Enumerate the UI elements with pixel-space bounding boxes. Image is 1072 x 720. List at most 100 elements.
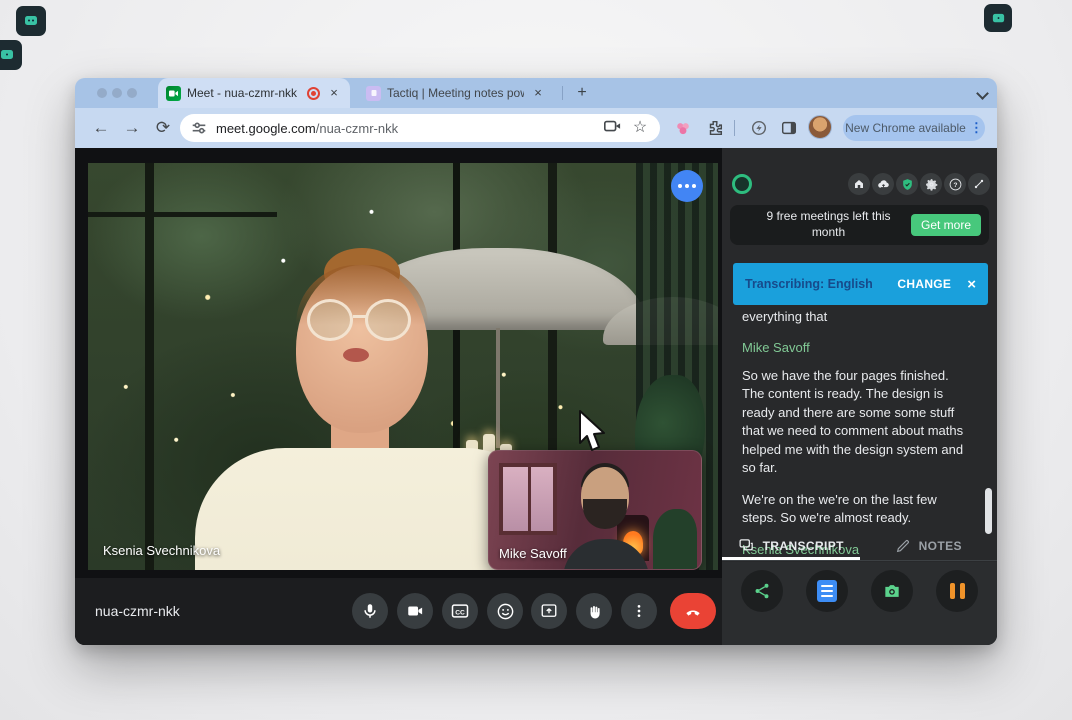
glasses-lens (307, 299, 353, 341)
glasses-bridge (353, 315, 367, 318)
meeting-code: nua-czmr-nkk (95, 578, 180, 645)
meet-control-bar: nua-czmr-nkk CC (75, 578, 722, 645)
recording-indicator-icon (307, 87, 320, 100)
site-settings-tune-icon[interactable] (190, 119, 208, 137)
svg-text:?: ? (953, 181, 957, 188)
window-zoom-button[interactable] (127, 88, 137, 98)
sidebar-actions (722, 562, 997, 645)
more-options-button[interactable] (621, 593, 657, 629)
present-screen-button[interactable] (531, 593, 567, 629)
background-chat-app-icon (984, 4, 1012, 32)
meet-favicon-icon (166, 86, 181, 101)
window-minimize-button[interactable] (112, 88, 122, 98)
address-bar[interactable]: meet.google.com/nua-czmr-nkk ☆ (180, 114, 660, 142)
reload-button[interactable]: ⟳ (151, 116, 175, 140)
reactions-button[interactable] (487, 593, 523, 629)
pink-extension-icon[interactable] (671, 116, 695, 140)
profile-avatar[interactable] (808, 115, 832, 139)
svg-text:CC: CC (455, 609, 465, 616)
main-video-tile: Ksenia Svechnikova Mike Savoff (88, 163, 718, 570)
close-icon[interactable]: × (967, 276, 976, 293)
forward-button[interactable]: → (120, 116, 144, 140)
page-content: Ksenia Svechnikova Mike Savoff (75, 148, 997, 645)
transcribing-banner: Transcribing: English CHANGE × (733, 263, 988, 305)
pause-icon (950, 583, 965, 599)
background-chat-app-icon (0, 40, 22, 70)
tab-notes[interactable]: NOTES (860, 531, 998, 560)
plant (653, 509, 697, 569)
google-docs-button[interactable] (806, 570, 848, 612)
tactiq-logo-icon (732, 174, 752, 194)
chrome-update-button[interactable]: New Chrome available ⋮ (843, 115, 985, 141)
participant-name-label: Ksenia Svechnikova (103, 543, 220, 558)
pin-diagonal-button[interactable] (968, 173, 990, 195)
url-host: meet.google.com (216, 121, 316, 136)
desktop-background: Meet - nua-czmr-nkk × Tactiq | Meeting n… (0, 0, 1072, 720)
pause-recording-button[interactable] (936, 570, 978, 612)
free-meetings-banner: 9 free meetings left this month Get more (730, 205, 989, 245)
tab-label: NOTES (919, 539, 962, 553)
scrollbar-thumb[interactable] (985, 488, 992, 534)
speaker-name: Mike Savoff (742, 339, 970, 357)
url-path: /nua-czmr-nkk (316, 121, 398, 136)
settings-gear-button[interactable] (920, 173, 942, 195)
participant-name-label: Mike Savoff (499, 546, 567, 561)
video-pip-icon[interactable] (602, 118, 622, 138)
chat-bubble-icon (0, 47, 15, 63)
chat-dots-badge-icon[interactable] (671, 170, 703, 202)
new-tab-button[interactable]: + (571, 82, 593, 104)
cloud-upload-button[interactable] (872, 173, 894, 195)
google-docs-icon (817, 580, 837, 602)
side-panel-icon[interactable] (777, 116, 801, 140)
power-circle-icon[interactable] (747, 116, 771, 140)
screenshot-button[interactable] (871, 570, 913, 612)
bookmark-star-icon[interactable]: ☆ (630, 118, 650, 138)
meet-call-area: Ksenia Svechnikova Mike Savoff (75, 148, 722, 645)
home-button[interactable] (848, 173, 870, 195)
url-text[interactable]: meet.google.com/nua-czmr-nkk (216, 121, 594, 136)
tactiq-sidebar: ? 9 free meetings left this month Get mo… (722, 148, 997, 645)
captions-button[interactable]: CC (442, 593, 478, 629)
help-button[interactable]: ? (944, 173, 966, 195)
change-language-button[interactable]: CHANGE (897, 277, 951, 291)
tab-divider (562, 86, 563, 100)
back-button[interactable]: ← (89, 116, 113, 140)
shield-check-button[interactable] (896, 173, 918, 195)
overflow-menu-icon[interactable]: ⋮ (970, 120, 983, 136)
camera-button[interactable] (397, 593, 433, 629)
tab-tactiq[interactable]: Tactiq | Meeting notes powe × (358, 78, 554, 108)
tab-transcript[interactable]: TRANSCRIPT (722, 531, 860, 560)
transcript-paragraph: We're on the we're on the last few steps… (742, 491, 970, 528)
get-more-button[interactable]: Get more (911, 214, 981, 236)
notes-pencil-icon (895, 538, 911, 554)
tab-close-icon[interactable]: × (530, 85, 546, 101)
tab-close-icon[interactable]: × (326, 85, 342, 101)
transcript-paragraph: So we have the four pages finished. The … (742, 367, 970, 478)
microphone-button[interactable] (352, 593, 388, 629)
share-button[interactable] (741, 570, 783, 612)
raise-hand-button[interactable] (576, 593, 612, 629)
end-call-button[interactable] (670, 593, 716, 629)
transcript-line: everything that (742, 308, 970, 326)
background-chat-app-icon (16, 6, 46, 36)
extensions-puzzle-icon[interactable] (703, 116, 727, 140)
share-nodes-icon (753, 582, 771, 600)
screenshot-camera-icon (882, 581, 902, 601)
toolbar-divider (734, 120, 735, 136)
chat-bubble-icon (991, 11, 1006, 26)
transcript-chat-icon (738, 537, 755, 554)
browser-window: Meet - nua-czmr-nkk × Tactiq | Meeting n… (75, 78, 997, 645)
pip-video-tile[interactable]: Mike Savoff (488, 450, 702, 570)
tab-meet[interactable]: Meet - nua-czmr-nkk × (158, 78, 350, 108)
transcribing-label: Transcribing: English (745, 277, 887, 291)
browser-toolbar: ← → ⟳ meet.google.com/nua-czmr-nkk ☆ (75, 108, 997, 148)
window-winter-scene (499, 463, 557, 535)
mouse-cursor (578, 410, 608, 459)
chat-bubble-icon (23, 13, 39, 29)
chevron-down-icon[interactable] (977, 87, 987, 97)
tab-title: Tactiq | Meeting notes powe (387, 86, 524, 100)
banner-text: 9 free meetings left this month (754, 209, 903, 240)
window-close-button[interactable] (97, 88, 107, 98)
tab-label: TRANSCRIPT (763, 539, 844, 553)
tactiq-favicon-icon (366, 86, 381, 101)
